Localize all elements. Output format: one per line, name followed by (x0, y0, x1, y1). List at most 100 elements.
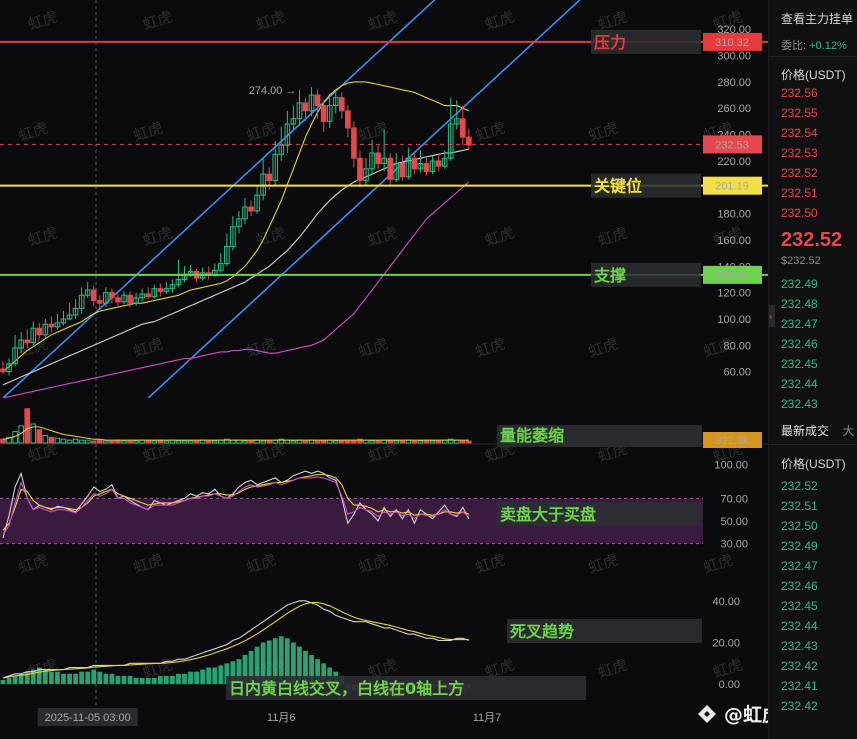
trade-price-row[interactable]: 232.42 (781, 656, 818, 676)
watermark-text: 虹虎 (254, 223, 288, 249)
brand-logo-icon (698, 705, 716, 723)
macd-histogram-bar (121, 675, 127, 685)
volume-bar (121, 440, 127, 444)
volume-bar (411, 440, 418, 444)
macd-histogram-bar (206, 667, 212, 685)
volume-bar (466, 440, 472, 444)
candle-body (115, 297, 121, 303)
bid-price-row[interactable]: 232.46 (781, 334, 818, 354)
volume-bar (205, 440, 212, 444)
trade-price-row[interactable]: 232.51 (781, 496, 818, 516)
oscillator-tick-label: 50.00 (720, 516, 748, 528)
tab-latest-trades[interactable]: 最新成交 (781, 424, 829, 438)
oscillator-pane: 30.00 50.00 70.00 100.00 卖盘大于买盘 (0, 459, 748, 551)
candle-body (266, 173, 272, 182)
level-label-text: 压力 (594, 33, 626, 52)
volume-bar (345, 440, 351, 444)
last-price-usd: $232.52 (781, 255, 821, 267)
watermark-text: 虹虎 (711, 655, 745, 681)
branding: @虹虎趋势 (698, 703, 768, 726)
price-tick-label: 100.00 (717, 314, 751, 326)
volume-bar (181, 440, 188, 444)
price-tick-label: 300.00 (717, 51, 751, 63)
price-tick-label: 280.00 (717, 77, 751, 89)
volume-bar (320, 440, 327, 444)
trade-price-row[interactable]: 232.43 (781, 636, 818, 656)
watermark-text: 虹虎 (483, 7, 517, 33)
candle-body (314, 94, 321, 107)
bid-list: 232.49 232.48 232.47 232.46 232.45 232.44 232.… (781, 274, 818, 414)
bid-price-row[interactable]: 232.45 (781, 354, 818, 374)
collapse-arrow-icon[interactable]: › (769, 305, 775, 327)
crosshair-time-text: 2025-11-05 03:00 (45, 712, 131, 724)
candle-body (399, 163, 406, 178)
volume-bar (175, 440, 182, 444)
bid-price-row[interactable]: 232.44 (781, 374, 818, 394)
last-price: 232.52 (781, 229, 843, 251)
price-tick-label: 220.00 (717, 156, 751, 168)
macd-histogram-bar (67, 673, 72, 685)
macd-dea-line (2, 601, 469, 679)
watermark-text: 虹虎 (473, 335, 507, 361)
bid-price-row[interactable]: 232.43 (781, 394, 818, 414)
macd-histogram-bar (55, 671, 60, 685)
candle-body (145, 293, 151, 298)
macd-histogram-bar (103, 673, 109, 685)
candle-body (0, 368, 6, 373)
tab-large-trades[interactable]: 大 (842, 424, 854, 438)
candle-body (357, 157, 363, 182)
macd-histogram-bar (0, 680, 6, 685)
trade-price-row[interactable]: 232.41 (781, 676, 818, 696)
level-price-text: 310.32 (715, 37, 749, 49)
volume-bar (133, 440, 139, 444)
macd-pane: 0.00 20.00 40.00 死叉趋势日内黄白线交叉，白线在0轴上方 (0, 596, 740, 700)
macd-histogram-bar (79, 671, 85, 685)
macd-label-text: 死叉趋势 (510, 622, 574, 641)
orderbook-title[interactable]: 查看主力挂单 (781, 10, 853, 27)
macd-histogram-bar (24, 671, 30, 685)
watermark-text: 虹虎 (141, 223, 175, 249)
watermark-text: 虹虎 (141, 7, 175, 33)
bid-price-row[interactable]: 232.48 (781, 294, 818, 314)
bid-price-row[interactable]: 232.49 (781, 274, 818, 294)
volume-bar (0, 438, 6, 444)
level-price-text: 201.19 (715, 181, 749, 193)
ask-price-row[interactable]: 232.50 (781, 203, 818, 223)
candle-body (345, 110, 351, 129)
volume-bar (66, 439, 73, 444)
volume-bar (48, 436, 55, 444)
trade-price-row[interactable]: 232.47 (781, 556, 818, 576)
watermark-text: 虹虎 (16, 119, 50, 145)
volume-bar (24, 408, 30, 444)
ask-price-row[interactable]: 232.51 (781, 183, 818, 203)
trade-price-row[interactable]: 232.44 (781, 616, 818, 636)
price-tick-label: 180.00 (717, 209, 751, 221)
ask-price-row[interactable]: 232.53 (781, 143, 818, 163)
chart-canvas[interactable]: 虹虎 虹虎 虹虎 虹虎 虹虎 虹虎 虹虎虹虎 虹虎 虹虎 虹虎 虹虎 虹虎 虹虎虹虎 虹虎 虹虎 虹虎 虹虎 虹虎… (0, 0, 768, 739)
ask-price-row[interactable]: 232.56 (781, 83, 818, 103)
candle-body (24, 339, 30, 344)
level-price-text: 133.48 (715, 270, 749, 282)
bid-price-row[interactable]: 232.47 (781, 314, 818, 334)
volume-bar (151, 440, 158, 444)
volume-value-text: 322.3k (715, 435, 749, 447)
macd-tick-label: 20.00 (712, 638, 740, 650)
volume-bar (103, 440, 109, 444)
candle-body (339, 97, 345, 112)
trade-price-row[interactable]: 232.52 (781, 476, 818, 496)
candle-body (411, 157, 418, 170)
watermark-text: 虹虎 (473, 551, 507, 577)
trade-price-row[interactable]: 232.45 (781, 596, 818, 616)
ask-list: 232.56 232.55 232.54 232.53 232.52 232.51 232.… (781, 83, 818, 223)
trade-price-row[interactable]: 232.42 (781, 696, 818, 716)
macd-histogram-bar (212, 667, 218, 685)
ask-price-row[interactable]: 232.55 (781, 103, 818, 123)
watermark-text: 虹虎 (131, 551, 165, 577)
ask-price-row[interactable]: 232.52 (781, 163, 818, 183)
trade-price-row[interactable]: 232.50 (781, 516, 818, 536)
candle-body (90, 289, 97, 302)
trade-price-row[interactable]: 232.49 (781, 536, 818, 556)
volume-bar (369, 440, 375, 444)
ask-price-row[interactable]: 232.54 (781, 123, 818, 143)
trade-price-row[interactable]: 232.46 (781, 576, 818, 596)
